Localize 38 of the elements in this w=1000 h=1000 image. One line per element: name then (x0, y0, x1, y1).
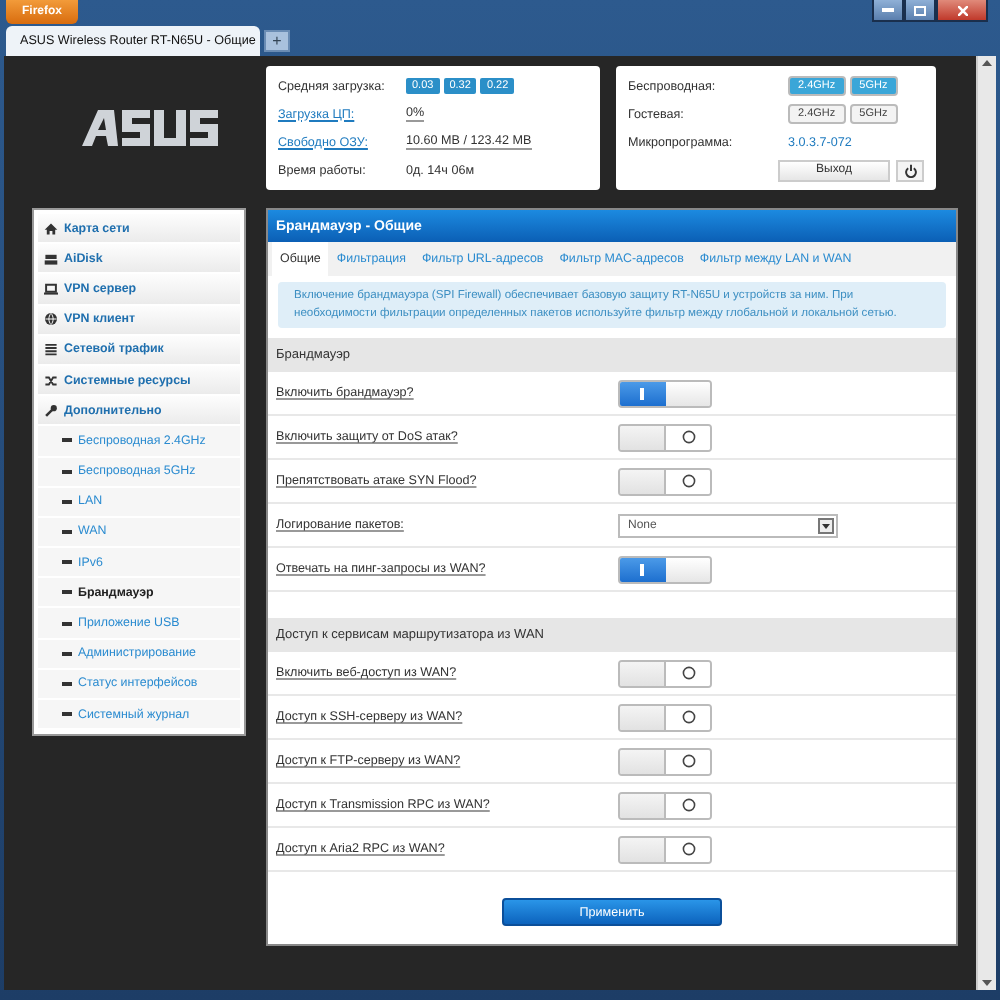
toggle-switch[interactable] (618, 467, 712, 495)
globe-icon (44, 312, 58, 327)
on-icon (640, 563, 645, 575)
toggle-switch[interactable] (618, 791, 712, 819)
new-tab-button[interactable]: + (264, 30, 290, 52)
minimize-button[interactable] (872, 0, 904, 22)
toggle-switch[interactable] (618, 379, 712, 407)
toggle-switch[interactable] (618, 835, 712, 863)
off-icon (681, 754, 695, 768)
off-icon (681, 474, 695, 488)
off-icon (681, 710, 695, 724)
close-icon (957, 5, 967, 15)
toggle-switch[interactable] (618, 659, 712, 687)
power-button[interactable] (896, 159, 924, 181)
toggle-switch[interactable] (618, 555, 712, 583)
toggle-switch[interactable] (618, 703, 712, 731)
home-icon (44, 221, 58, 236)
drive-icon (44, 251, 58, 266)
off-icon (681, 666, 695, 680)
toggle-switch[interactable] (618, 423, 712, 451)
shuffle-icon (44, 373, 58, 388)
off-icon (681, 798, 695, 812)
wrench-icon (44, 403, 58, 418)
maximize-icon (914, 5, 926, 15)
power-icon (903, 163, 917, 177)
minimize-icon (882, 8, 894, 12)
on-icon (640, 387, 645, 399)
off-icon (681, 842, 695, 856)
caret-icon (818, 517, 834, 533)
toggle-switch[interactable] (618, 747, 712, 775)
close-button[interactable] (936, 0, 988, 22)
down-arrow-icon (982, 980, 992, 986)
logo-drawing (77, 106, 221, 150)
off-icon (681, 430, 695, 444)
maximize-button[interactable] (904, 0, 936, 22)
list-icon (44, 342, 58, 357)
laptop-icon (44, 281, 58, 296)
up-arrow-icon (982, 60, 992, 66)
